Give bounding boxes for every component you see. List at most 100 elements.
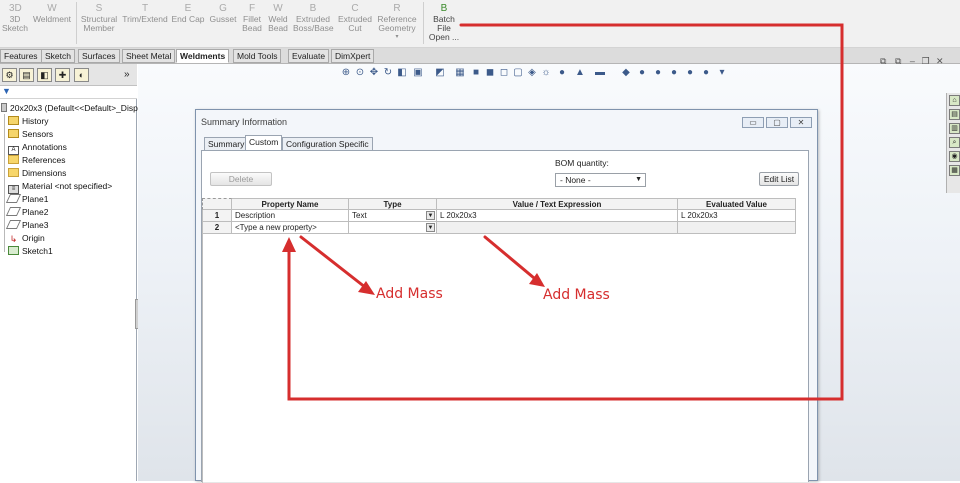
filter-row[interactable]: ▼ bbox=[0, 86, 137, 99]
tab-dimxpert[interactable]: DimXpert bbox=[331, 49, 375, 63]
sphere-icon[interactable]: ● bbox=[700, 67, 712, 79]
appearance-icon[interactable]: ● bbox=[556, 67, 568, 79]
search-icon[interactable]: ⌕ bbox=[949, 137, 960, 148]
label: Cut bbox=[348, 23, 362, 33]
weld-bead-button[interactable]: W Weld Bead bbox=[265, 4, 291, 33]
custom-properties-icon[interactable]: ▦ bbox=[949, 165, 960, 176]
property-manager-icon[interactable]: ▤ bbox=[19, 68, 34, 82]
tab-sheet-metal[interactable]: Sheet Metal bbox=[122, 49, 176, 63]
home-icon[interactable]: ⌂ bbox=[949, 95, 960, 106]
file-explorer-icon[interactable]: ▥ bbox=[949, 123, 960, 134]
pan-icon[interactable]: ✥ bbox=[368, 67, 380, 79]
perspective-icon[interactable]: ◈ bbox=[526, 67, 538, 79]
sphere-icon[interactable]: ● bbox=[636, 67, 648, 79]
view-orientation-icon[interactable]: ▣ bbox=[412, 67, 424, 79]
tree-item-plane1[interactable]: Plane1 bbox=[5, 193, 48, 205]
section-view-icon[interactable]: ◧ bbox=[396, 67, 408, 79]
configuration-manager-icon[interactable]: ◧ bbox=[37, 68, 52, 82]
tree-item-history[interactable]: History bbox=[8, 115, 48, 127]
extruded-boss-base-button[interactable]: B Extruded Boss/Base bbox=[293, 4, 334, 33]
tree-item-references[interactable]: References bbox=[8, 154, 65, 166]
extruded-cut-button[interactable]: C Extruded Cut bbox=[336, 4, 374, 33]
wireframe-icon[interactable]: ▢ bbox=[512, 67, 524, 79]
tree-root[interactable]: 20x20x3 (Default<<Default>_Disp bbox=[1, 102, 138, 114]
tile-icon[interactable]: ⧉ bbox=[880, 56, 886, 66]
label: Geometry bbox=[378, 23, 416, 33]
tab-custom[interactable]: Custom bbox=[245, 135, 283, 151]
chevron-down-icon[interactable]: ▼ bbox=[426, 223, 435, 232]
tree-item-dimensions[interactable]: Dimensions bbox=[8, 167, 66, 179]
reference-geometry-button[interactable]: R Reference Geometry ▾ bbox=[376, 4, 418, 42]
zoom-to-area-icon[interactable]: ⊙ bbox=[354, 67, 366, 79]
minimize-icon[interactable]: – bbox=[910, 56, 915, 66]
monitor-icon[interactable]: ▬ bbox=[594, 67, 606, 79]
end-cap-button[interactable]: E End Cap bbox=[170, 4, 206, 24]
new-property-cell[interactable]: <Type a new property> bbox=[232, 222, 349, 234]
hide-show-icon[interactable]: ☼ bbox=[540, 67, 552, 79]
bom-quantity-select[interactable]: - None - ▼ bbox=[555, 173, 646, 187]
trim-extend-button[interactable]: T Trim/Extend bbox=[121, 4, 169, 24]
tree-item-sensors[interactable]: Sensors bbox=[8, 128, 53, 140]
tree-item-plane3[interactable]: Plane3 bbox=[5, 219, 48, 231]
shaded-icon[interactable]: ■ bbox=[470, 67, 482, 79]
minimize-button[interactable]: ▭ bbox=[742, 117, 764, 128]
display-style-icon[interactable]: ◩ bbox=[434, 67, 446, 79]
tree-item-plane2[interactable]: Plane2 bbox=[5, 206, 48, 218]
scene-icon[interactable]: ▲ bbox=[574, 67, 586, 79]
design-library-icon[interactable]: ▤ bbox=[949, 109, 960, 120]
maximize-button[interactable]: ▢ bbox=[766, 117, 788, 128]
tab-evaluate[interactable]: Evaluate bbox=[288, 49, 330, 63]
type-cell[interactable]: Text ▼ bbox=[349, 210, 437, 222]
structural-member-button[interactable]: S Structural Member bbox=[79, 4, 119, 33]
column-header-value: Value / Text Expression bbox=[437, 198, 678, 210]
weldment-button[interactable]: W Weldment bbox=[31, 4, 73, 24]
close-icon[interactable]: ✕ bbox=[936, 56, 944, 66]
label: Member bbox=[83, 23, 115, 33]
zoom-to-fit-icon[interactable]: ⊕ bbox=[340, 67, 352, 79]
tree-item-annotations[interactable]: A Annotations bbox=[8, 141, 67, 155]
property-name-cell[interactable]: Description bbox=[232, 210, 349, 222]
edit-list-button[interactable]: Edit List bbox=[759, 172, 799, 186]
sphere-icon[interactable]: ● bbox=[668, 67, 680, 79]
tree-item-material[interactable]: ≡ Material <not specified> bbox=[8, 180, 112, 194]
appearances-icon[interactable]: ◉ bbox=[949, 151, 960, 162]
hidden-lines-icon[interactable]: ◻ bbox=[498, 67, 510, 79]
gusset-button[interactable]: G Gusset bbox=[207, 4, 239, 24]
view-cube-icon[interactable]: ◆ bbox=[620, 67, 632, 79]
column-header-type: Type bbox=[349, 198, 437, 210]
tab-configuration-specific[interactable]: Configuration Specific bbox=[282, 137, 373, 151]
chevron-down-icon[interactable]: ▼ bbox=[426, 211, 435, 220]
type-cell[interactable]: ▼ bbox=[349, 222, 437, 234]
shaded-edges-icon[interactable]: ◼ bbox=[484, 67, 496, 79]
delete-button[interactable]: Delete bbox=[210, 172, 272, 186]
tab-sketch[interactable]: Sketch bbox=[41, 49, 75, 63]
sphere-icon[interactable]: ● bbox=[652, 67, 664, 79]
tree-item-origin[interactable]: ↳ Origin bbox=[8, 232, 45, 244]
value-cell[interactable]: L 20x20x3 bbox=[437, 210, 678, 222]
tab-mold-tools[interactable]: Mold Tools bbox=[233, 49, 282, 63]
separator bbox=[423, 2, 424, 44]
tab-summary[interactable]: Summary bbox=[204, 137, 249, 151]
tree-item-sketch1[interactable]: Sketch1 bbox=[8, 245, 53, 257]
fillet-bead-button[interactable]: F Fillet Bead bbox=[240, 4, 264, 33]
dropdown-arrow-icon[interactable]: ▾ bbox=[716, 67, 728, 79]
display-manager-icon[interactable]: ◐ bbox=[74, 68, 89, 82]
value-cell[interactable] bbox=[437, 222, 678, 234]
weldment-icon: W bbox=[47, 3, 57, 14]
close-button[interactable]: ✕ bbox=[790, 117, 812, 128]
rotate-icon[interactable]: ↻ bbox=[382, 67, 394, 79]
expand-chevron-icon[interactable]: » bbox=[124, 69, 130, 80]
dimxpert-manager-icon[interactable]: ✚ bbox=[55, 68, 70, 82]
label: Open ... bbox=[428, 32, 460, 42]
tile-icon[interactable]: ⧉ bbox=[895, 56, 901, 66]
tab-weldments[interactable]: Weldments bbox=[176, 49, 230, 63]
tab-features[interactable]: Features bbox=[0, 49, 42, 63]
batch-file-open-button[interactable]: B Batch File Open ... bbox=[427, 4, 461, 42]
restore-icon[interactable]: ❐ bbox=[921, 56, 929, 66]
standard-views-icon[interactable]: ▦ bbox=[454, 67, 466, 79]
sphere-icon[interactable]: ● bbox=[684, 67, 696, 79]
label: Trim/Extend bbox=[122, 14, 168, 24]
feature-manager-icon[interactable]: ⚙ bbox=[2, 68, 17, 82]
3d-sketch-button[interactable]: 3D 3D Sketch bbox=[2, 4, 28, 33]
tab-surfaces[interactable]: Surfaces bbox=[78, 49, 120, 63]
